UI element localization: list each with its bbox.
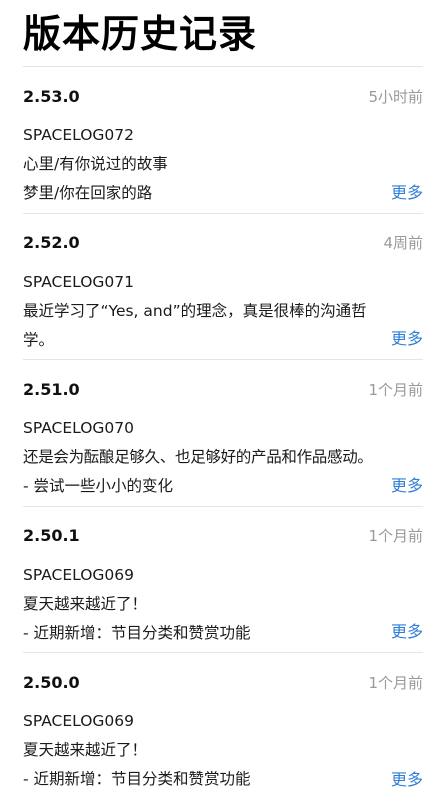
version-number: 2.52.0 bbox=[23, 233, 80, 252]
release-note-line: 心里/有你说过的故事 bbox=[23, 155, 168, 173]
version-history-page: 版本历史记录 2.53.0 5小时前 SPACELOG072 心里/有你说过的故… bbox=[0, 0, 446, 800]
version-entry: 2.53.0 5小时前 SPACELOG072 心里/有你说过的故事 梦里/你在… bbox=[23, 67, 423, 214]
release-note-line: - 近期新增：节目分类和赞赏功能 bbox=[23, 623, 251, 642]
version-number: 2.50.0 bbox=[23, 672, 80, 692]
entry-header: 2.52.0 4周前 bbox=[23, 214, 423, 254]
entry-header: 2.50.0 1个月前 bbox=[23, 653, 423, 693]
more-link[interactable]: 更多 bbox=[391, 766, 423, 790]
release-time: 1个月前 bbox=[368, 673, 423, 692]
version-list: 2.53.0 5小时前 SPACELOG072 心里/有你说过的故事 梦里/你在… bbox=[23, 67, 423, 800]
release-notes: SPACELOG071 最近学习了“Yes, and”的理念，真是很棒的沟通哲学… bbox=[23, 268, 423, 355]
version-number: 2.51.0 bbox=[23, 379, 80, 399]
entry-header: 2.51.0 1个月前 bbox=[23, 360, 423, 400]
release-notes: SPACELOG069 夏天越来越近了！ - 近期新增：节目分类和赞赏功能 bbox=[23, 561, 423, 648]
release-note-line: 还是会为酝酿足够久、也足够好的产品和作品感动。 bbox=[23, 448, 373, 466]
release-note-line: - 尝试一些小小的变化 bbox=[23, 477, 174, 495]
version-entry: 2.50.0 1个月前 SPACELOG069 夏天越来越近了！ - 近期新增：… bbox=[23, 653, 423, 800]
release-note-line: SPACELOG069 bbox=[23, 565, 135, 584]
version-number: 2.53.0 bbox=[23, 86, 80, 106]
release-time: 4周前 bbox=[383, 234, 423, 252]
more-link[interactable]: 更多 bbox=[391, 179, 423, 203]
release-note-line: 梦里/你在回家的路 bbox=[23, 184, 153, 202]
entry-header: 2.50.1 1个月前 bbox=[23, 507, 423, 547]
release-notes: SPACELOG069 夏天越来越近了！ - 近期新增：节目分类和赞赏功能 bbox=[23, 707, 423, 794]
release-note-line: SPACELOG071 bbox=[23, 272, 135, 291]
release-notes: SPACELOG072 心里/有你说过的故事 梦里/你在回家的路 bbox=[23, 121, 423, 208]
more-link[interactable]: 更多 bbox=[391, 472, 423, 496]
release-note-line: SPACELOG072 bbox=[23, 126, 135, 144]
version-entry: 2.51.0 1个月前 SPACELOG070 还是会为酝酿足够久、也足够好的产… bbox=[23, 360, 423, 507]
release-note-line: 夏天越来越近了！ bbox=[23, 741, 148, 759]
more-link[interactable]: 更多 bbox=[391, 618, 423, 642]
version-number: 2.50.1 bbox=[23, 526, 80, 545]
release-note-line: 夏天越来越近了！ bbox=[23, 594, 148, 613]
more-link[interactable]: 更多 bbox=[391, 325, 423, 349]
release-note-line: 最近学习了“Yes, and”的理念，真是很棒的沟通哲学。 bbox=[23, 301, 367, 349]
release-time: 5小时前 bbox=[368, 87, 423, 106]
version-entry: 2.50.1 1个月前 SPACELOG069 夏天越来越近了！ - 近期新增：… bbox=[23, 507, 423, 653]
release-note-line: SPACELOG069 bbox=[23, 712, 135, 730]
version-entry: 2.52.0 4周前 SPACELOG071 最近学习了“Yes, and”的理… bbox=[23, 214, 423, 360]
release-time: 1个月前 bbox=[368, 527, 423, 545]
page-title: 版本历史记录 bbox=[23, 12, 258, 56]
release-time: 1个月前 bbox=[368, 380, 423, 399]
release-notes: SPACELOG070 还是会为酝酿足够久、也足够好的产品和作品感动。 - 尝试… bbox=[23, 414, 423, 501]
release-note-line: - 近期新增：节目分类和赞赏功能 bbox=[23, 770, 251, 788]
entry-header: 2.53.0 5小时前 bbox=[23, 67, 423, 107]
release-note-line: SPACELOG070 bbox=[23, 419, 135, 437]
